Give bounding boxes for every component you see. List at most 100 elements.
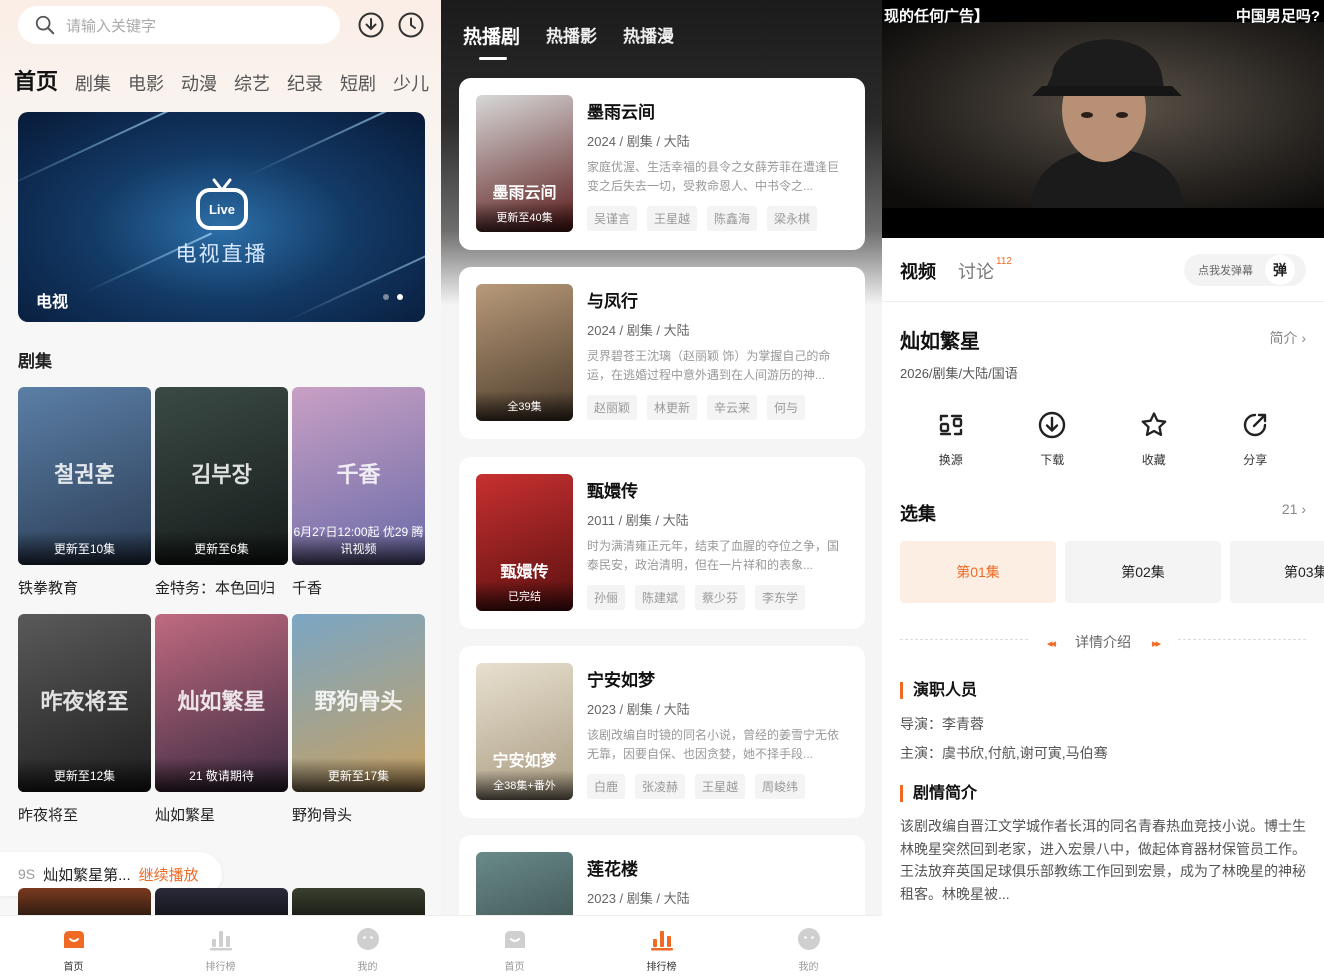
show-poster[interactable]: 철권훈 更新至10集 [18, 387, 151, 565]
tab-home[interactable]: 首页 [0, 916, 147, 977]
actor-tag[interactable]: 陈鑫海 [707, 206, 758, 231]
cast-title: 演职人员 [900, 682, 977, 699]
tab-video[interactable]: 视频 [900, 258, 936, 284]
actor-tag[interactable]: 张凌赫 [635, 774, 686, 799]
actor-tag[interactable]: 陈建斌 [635, 585, 686, 610]
show-title[interactable]: 灿如繁星 [155, 804, 215, 825]
actor-tag[interactable]: 林更新 [647, 395, 698, 420]
video-frame [882, 0, 1324, 238]
episode-badge: 更新至40集 [496, 212, 553, 224]
update-badge: 更新至10集 [53, 542, 116, 556]
tab-variety[interactable]: 综艺 [234, 70, 270, 96]
show-title[interactable]: 千香 [292, 577, 322, 598]
tab-short-drama[interactable]: 短剧 [340, 70, 376, 96]
show-poster[interactable]: 千香 6月27日12:00起 优29 腾讯视频 [292, 387, 425, 565]
tab-hot-anime[interactable]: 热播漫 [623, 22, 674, 49]
ranking-panel: 热播剧 热播影 热播漫 墨雨云间 更新至40集 墨雨云间 2024 / 剧集 / 大陆… [441, 0, 882, 977]
star-icon [1141, 412, 1167, 437]
favorite-button[interactable]: 收藏 [1119, 410, 1189, 468]
tab-documentary[interactable]: 纪录 [287, 70, 323, 96]
share-button[interactable]: 分享 [1220, 410, 1290, 468]
poster-art-text: 김부장 [191, 462, 252, 488]
actor-tag[interactable]: 蔡少芬 [695, 585, 746, 610]
episode-count-link[interactable]: 21 › [1282, 501, 1306, 517]
show-poster[interactable] [18, 888, 151, 918]
intro-link[interactable]: 简介 › [1269, 328, 1306, 348]
tab-ranking[interactable]: 排行榜 [588, 916, 735, 977]
update-badge: 21 敬请期待 [189, 769, 254, 783]
actor-tag[interactable]: 周峻纬 [755, 774, 806, 799]
subtitle-right: 中国男足吗? [1235, 8, 1320, 25]
cover-image[interactable]: 墨雨云间 更新至40集 [476, 95, 573, 232]
show-description: 该剧改编自时镜的同名小说，曾经的姜雪宁无依无靠，因要自保、也因贪婪，她不择手段.… [587, 728, 840, 761]
actor-tag[interactable]: 孙俪 [587, 585, 626, 610]
update-badge: 更新至6集 [194, 542, 249, 556]
download-icon[interactable] [358, 12, 384, 38]
show-poster[interactable]: 昨夜将至 更新至12集 [18, 614, 151, 792]
tab-kids[interactable]: 少儿 [393, 70, 429, 96]
show-title[interactable]: 铁拳教育 [18, 577, 78, 598]
show-poster[interactable] [292, 888, 425, 918]
switch-source-button[interactable]: 换源 [916, 410, 986, 468]
live-logo-text: Live [209, 202, 235, 217]
episode-button[interactable]: 第02集 [1065, 541, 1221, 603]
cover-image[interactable]: 全39集 [476, 284, 573, 421]
resume-time: 9S [18, 866, 36, 882]
actor-tag[interactable]: 吴谨言 [587, 206, 638, 231]
ranking-card[interactable]: 墨雨云间 更新至40集 墨雨云间 2024 / 剧集 / 大陆 家庭优渥、生活幸福的县令… [459, 78, 865, 250]
history-icon[interactable] [398, 12, 424, 38]
tab-ranking[interactable]: 排行榜 [147, 916, 294, 977]
bottom-tab-bar: 首页 排行榜 我的 [441, 915, 882, 977]
tab-home[interactable]: 首页 [14, 64, 58, 96]
show-title[interactable]: 金特务：本色回归 [155, 577, 275, 598]
danmu-input[interactable]: 点我发弹幕 弹 [1184, 254, 1306, 286]
actor-tag[interactable]: 王星越 [647, 206, 698, 231]
tab-label: 我的 [798, 962, 819, 973]
tab-movies[interactable]: 电影 [128, 70, 164, 96]
search-input[interactable]: 请输入关键字 [66, 15, 156, 36]
show-title[interactable]: 昨夜将至 [18, 804, 78, 825]
show-title: 灿如繁星 [900, 331, 980, 353]
cover-image[interactable]: 甄嬛传 已完结 [476, 474, 573, 611]
tab-anime[interactable]: 动漫 [181, 70, 217, 96]
episode-button[interactable]: 第03集 [1230, 541, 1324, 603]
show-poster[interactable]: 野狗骨头 更新至17集 [292, 614, 425, 792]
episode-badge: 全39集 [507, 401, 542, 413]
actor-tag[interactable]: 白鹿 [587, 774, 626, 799]
ranking-card[interactable]: 宁安如梦 全38集+番外 宁安如梦 2023 / 剧集 / 大陆 该剧改编自时镜的同名小… [459, 646, 865, 818]
search-bar[interactable]: 请输入关键字 [18, 6, 340, 44]
continue-play-button[interactable]: 继续播放 [139, 864, 199, 885]
cover-art-text: 甄嬛传 [500, 562, 549, 581]
actor-tag[interactable]: 王星越 [695, 774, 746, 799]
show-poster[interactable]: 김부장 更新至6集 [155, 387, 288, 565]
show-poster[interactable] [155, 888, 288, 918]
cover-image[interactable]: 宁安如梦 全38集+番外 [476, 663, 573, 800]
tab-series[interactable]: 剧集 [75, 70, 111, 96]
actor-tag[interactable]: 李东学 [755, 585, 806, 610]
ranking-card[interactable]: 甄嬛传 已完结 甄嬛传 2011 / 剧集 / 大陆 时为满清雍正元年，结束了血腥的夺位… [459, 457, 865, 629]
ranking-card[interactable]: 全39集 与凤行 2024 / 剧集 / 大陆 灵界碧苍王沈璃（赵丽颖 饰）为掌握自己… [459, 267, 865, 439]
actor-tag[interactable]: 梁永棋 [767, 206, 818, 231]
video-player[interactable]: 现的任何广告】 中国男足吗? [882, 0, 1324, 238]
download-button[interactable]: 下载 [1017, 410, 1087, 468]
actor-tag[interactable]: 赵丽颖 [587, 395, 638, 420]
actor-tag[interactable]: 何与 [767, 395, 806, 420]
tab-profile[interactable]: 我的 [294, 916, 441, 977]
tab-home[interactable]: 首页 [441, 916, 588, 977]
show-poster[interactable]: 灿如繁星 21 敬请期待 [155, 614, 288, 792]
tab-hot-series[interactable]: 热播剧 [463, 22, 520, 49]
tab-profile[interactable]: 我的 [735, 916, 882, 977]
tab-discussion[interactable]: 讨论 [958, 258, 994, 284]
share-icon [1244, 413, 1267, 437]
show-meta: 2024 / 剧集 / 大陆 [587, 134, 690, 149]
ranking-icon [209, 931, 232, 951]
bottom-tab-bar: 首页 排行榜 我的 [0, 915, 441, 977]
live-tv-banner[interactable]: Live 电视直播 电视 [18, 112, 425, 322]
episode-button-active[interactable]: 第01集 [900, 541, 1056, 603]
download-icon [1039, 411, 1066, 439]
actor-tag[interactable]: 辛云来 [707, 395, 758, 420]
show-title[interactable]: 野狗骨头 [292, 804, 352, 825]
danmu-toggle-button[interactable]: 弹 [1265, 255, 1295, 285]
tab-hot-movies[interactable]: 热播影 [546, 22, 597, 49]
tab-label: 我的 [357, 962, 378, 973]
